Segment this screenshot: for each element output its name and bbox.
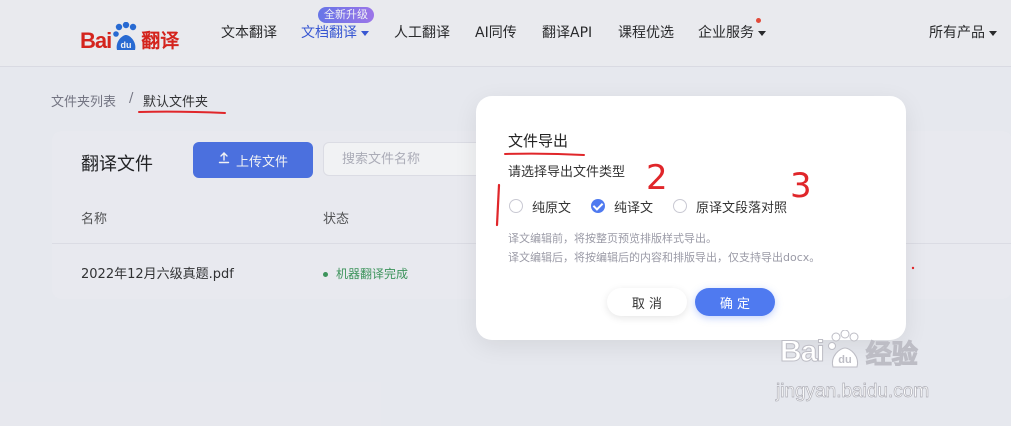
underline-dialog-title-annotation [504, 152, 585, 156]
underline-default-folder-annotation [138, 110, 226, 114]
stray-red-dot [911, 266, 915, 270]
watermark-paw-icon: du [827, 329, 862, 374]
watermark-bai-text: Bai [780, 335, 826, 369]
baidu-jingyan-watermark: Bai du 经验 [780, 329, 918, 374]
svg-text:du: du [838, 354, 851, 366]
mark-1-vertical-stroke [495, 183, 501, 227]
watermark-jingyan-text: 经验 [865, 339, 918, 370]
mark-2-annotation: 2 [646, 158, 668, 198]
watermark-url: jingyan.baidu.com [776, 381, 930, 403]
mark-3-annotation: 3 [790, 166, 812, 206]
